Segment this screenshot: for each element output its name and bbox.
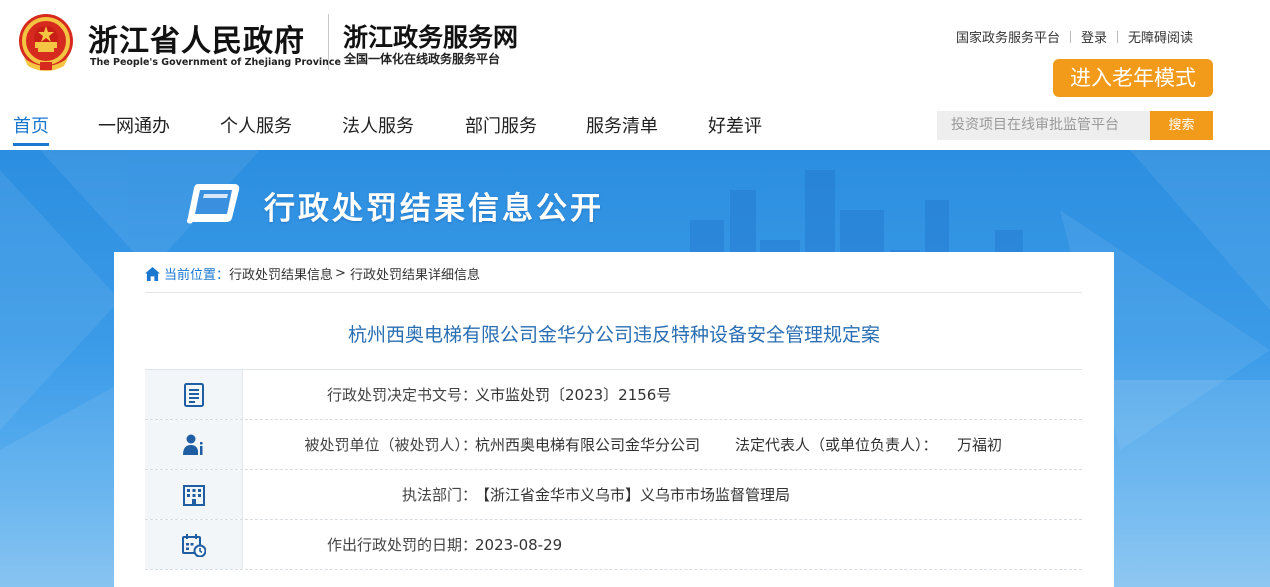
penalized-party-value: 杭州西奥电梯有限公司金华分公司 <box>475 436 701 454</box>
table-row: 执法部门： 【浙江省金华市义乌市】义乌市市场监督管理局 <box>145 470 1082 520</box>
gov-name-en: The People's Government of Zhejiang Prov… <box>90 57 341 68</box>
row-icon-cell <box>145 370 243 419</box>
row-icon-cell <box>145 520 243 569</box>
nav-rating[interactable]: 好差评 <box>708 112 762 138</box>
table-row: 被处罚单位（被处罚人）： 杭州西奥电梯有限公司金华分公司 法定代表人（或单位负责… <box>145 420 1082 470</box>
enforcement-dept-value: 【浙江省金华市义乌市】义乌市市场监督管理局 <box>475 486 791 504</box>
table-row: 行政处罚决定书文号： 义市监处罚〔2023〕2156号 <box>145 370 1082 420</box>
link-accessibility[interactable]: 无障碍阅读 <box>1128 27 1193 46</box>
link-national-platform[interactable]: 国家政务服务平台 <box>956 27 1060 46</box>
link-login[interactable]: 登录 <box>1081 27 1107 46</box>
site-header: 浙江省人民政府 The People's Government of Zheji… <box>0 0 1270 150</box>
enforcement-dept-label: 执法部门： <box>401 486 477 504</box>
decision-number-label: 行政处罚决定书文号： <box>326 386 477 404</box>
nav-personal-services[interactable]: 个人服务 <box>220 112 292 138</box>
service-name[interactable]: 浙江政务服务网 <box>343 18 518 54</box>
link-separator <box>1116 30 1118 43</box>
banner-title: 行政处罚结果信息公开 <box>264 191 604 227</box>
penalty-date-value: 2023-08-29 <box>475 536 563 554</box>
calendar-clock-icon <box>181 533 206 557</box>
top-links: 国家政务服务平台 登录 无障碍阅读 <box>956 27 1193 46</box>
search-button[interactable]: 搜索 <box>1150 111 1213 140</box>
breadcrumb-label: 当前位置： <box>164 268 230 283</box>
home-icon <box>145 266 160 281</box>
service-subtitle: 全国一体化在线政务服务平台 <box>344 52 501 66</box>
document-icon <box>183 382 204 407</box>
breadcrumb-item[interactable]: 行政处罚结果信息 <box>229 264 333 283</box>
link-separator <box>1069 30 1071 43</box>
row-icon-cell <box>145 470 243 519</box>
nav-home[interactable]: 首页 <box>13 112 49 138</box>
nav-service-list[interactable]: 服务清单 <box>586 112 658 138</box>
person-icon <box>182 434 202 455</box>
breadcrumb: 当前位置： 行政处罚结果信息 > 行政处罚结果详细信息 <box>145 264 480 283</box>
elder-mode-button[interactable]: 进入老年模式 <box>1053 59 1213 97</box>
penalty-date-label: 作出行政处罚的日期： <box>326 536 477 554</box>
nav-legal-entity-services[interactable]: 法人服务 <box>342 112 414 138</box>
book-icon <box>187 184 240 224</box>
table-row: 作出行政处罚的日期： 2023-08-29 <box>145 520 1082 570</box>
legal-representative-label: 法定代表人（或单位负责人）： <box>735 436 938 454</box>
national-emblem-icon <box>19 14 73 71</box>
penalized-party-label: 被处罚单位（被处罚人）： <box>304 436 477 454</box>
legal-representative-value: 万福初 <box>957 436 1003 454</box>
content-panel: 当前位置： 行政处罚结果信息 > 行政处罚结果详细信息 杭州西奥电梯有限公司金华… <box>114 252 1114 587</box>
breadcrumb-item[interactable]: 行政处罚结果详细信息 <box>350 264 480 283</box>
breadcrumb-divider <box>145 292 1082 293</box>
nav-active-indicator <box>13 143 49 146</box>
gov-name: 浙江省人民政府 <box>88 24 305 59</box>
case-title: 杭州西奥电梯有限公司金华分公司违反特种设备安全管理规定案 <box>347 324 880 346</box>
decision-number-value: 义市监处罚〔2023〕2156号 <box>475 386 672 404</box>
nav-one-stop[interactable]: 一网通办 <box>98 112 170 138</box>
header-divider <box>328 14 329 70</box>
building-icon <box>182 484 205 506</box>
case-detail-table: 行政处罚决定书文号： 义市监处罚〔2023〕2156号 被处罚单位（被处罚人）：… <box>145 369 1082 570</box>
row-icon-cell <box>145 420 243 469</box>
search-input[interactable]: 投资项目在线审批监管平台 <box>937 111 1150 140</box>
nav-department-services[interactable]: 部门服务 <box>465 112 537 138</box>
breadcrumb-separator: > <box>335 266 346 281</box>
